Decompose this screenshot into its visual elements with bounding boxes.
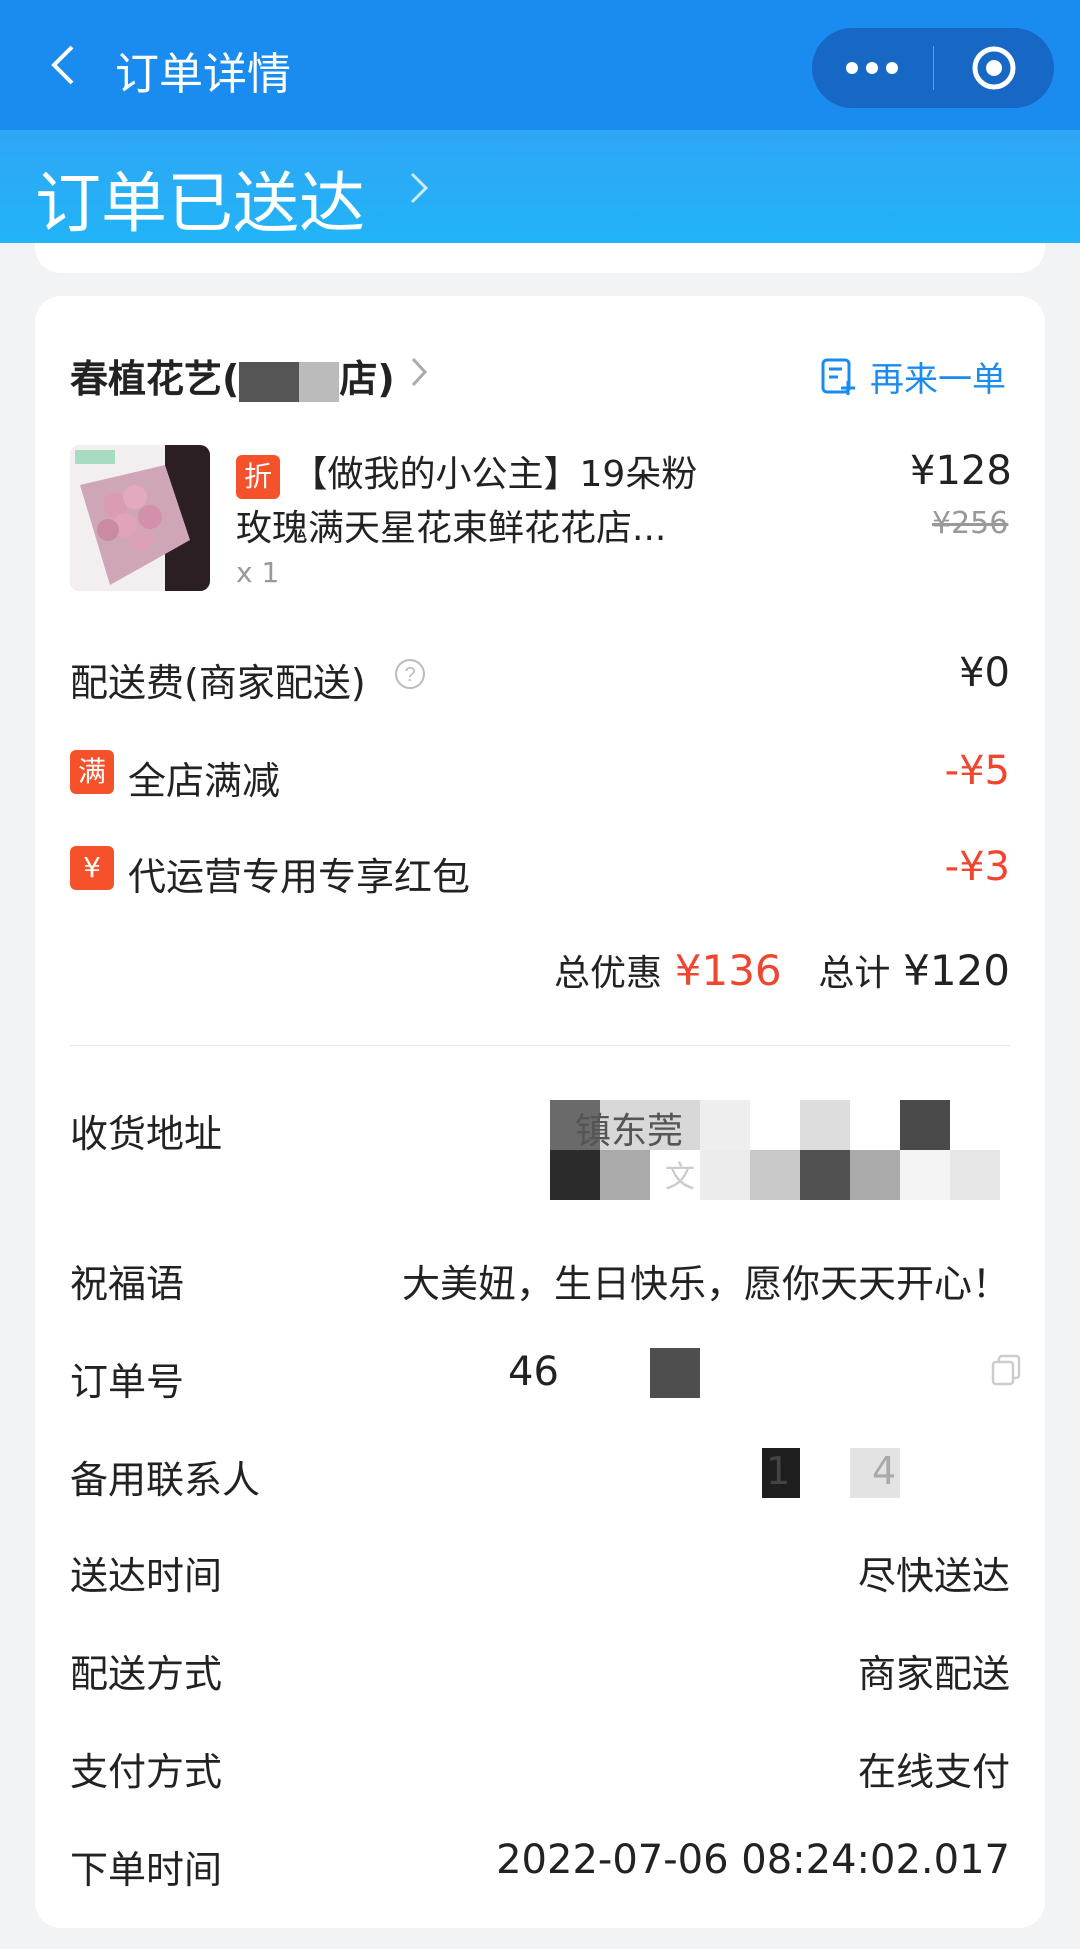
discount-tag: 折 — [236, 455, 280, 499]
chevron-right-icon — [411, 357, 428, 387]
shop-name-suffix: 店) — [339, 357, 395, 401]
total-label: 总计 — [818, 953, 891, 994]
redacted-block — [950, 1150, 1000, 1200]
product-original-price: ¥256 — [932, 506, 1009, 541]
back-icon — [51, 45, 74, 85]
close-program-button[interactable] — [934, 28, 1055, 108]
total-discount-label: 总优惠 — [554, 953, 663, 994]
delivery-time-label: 送达时间 — [70, 1554, 223, 1598]
redacted-block — [700, 1150, 750, 1200]
full-reduction-label: 全店满减 — [128, 759, 281, 803]
redacted-block — [299, 361, 340, 402]
order-time-label: 下单时间 — [70, 1848, 223, 1892]
product-title-line1: 【做我的小公主】19朵粉 — [291, 454, 698, 495]
reorder-icon — [821, 358, 855, 395]
red-packet-value: -¥3 — [944, 844, 1010, 890]
reorder-label: 再来一单 — [870, 360, 1006, 400]
order-number-label: 订单号 — [70, 1360, 185, 1404]
redacted-block — [600, 1150, 650, 1200]
shop-name[interactable]: 春植花艺( 店) — [70, 348, 395, 403]
redacted-block — [550, 1150, 600, 1200]
delivery-fee-label: 配送费(商家配送) — [70, 661, 366, 705]
chevron-right-icon — [410, 172, 429, 204]
copy-icon[interactable] — [990, 1353, 1024, 1387]
address-fragment: 文 — [665, 1160, 695, 1195]
product-thumbnail[interactable] — [70, 445, 210, 591]
redacted-block — [800, 1150, 850, 1200]
redacted-block — [650, 1348, 700, 1398]
order-summary: 总优惠 ¥136 总计 ¥120 — [554, 944, 1010, 996]
svg-text:?: ? — [404, 664, 415, 686]
address-label: 收货地址 — [70, 1112, 223, 1156]
red-packet-tag: ¥ — [70, 846, 114, 890]
page-title: 订单详情 — [115, 49, 291, 100]
order-number-prefix: 46 — [508, 1349, 559, 1395]
red-packet-label: 代运营专用专享红包 — [128, 855, 471, 899]
previous-card-edge — [35, 243, 1045, 273]
payment-method-value: 在线支付 — [857, 1750, 1010, 1794]
address-value[interactable]: 镇东莞 文 — [550, 1100, 1000, 1200]
delivery-time-value: 尽快送达 — [857, 1554, 1010, 1598]
order-status-banner[interactable]: 订单已送达 — [0, 130, 1080, 243]
full-reduction-tag: 满 — [70, 750, 114, 794]
product-price: ¥128 — [910, 448, 1012, 494]
product-title[interactable]: 折 【做我的小公主】19朵粉 玫瑰满天星花束鲜花花店... — [236, 448, 756, 556]
redacted-block — [900, 1150, 950, 1200]
redacted-block — [800, 1100, 850, 1150]
bouquet-image — [70, 445, 210, 591]
more-icon — [846, 62, 899, 74]
total-discount-value: ¥136 — [674, 946, 782, 995]
redacted-block — [750, 1150, 800, 1200]
reorder-button[interactable]: 再来一单 — [820, 352, 1006, 401]
redacted-block — [850, 1150, 900, 1200]
redacted-block — [900, 1100, 950, 1150]
backup-contact-fragment-a: 1 — [766, 1449, 791, 1493]
blessing-value: 大美妞，生日快乐，愿你天天开心！ — [401, 1262, 1010, 1306]
order-time-value: 2022-07-06 08:24:02.017 — [496, 1837, 1010, 1883]
shop-name-prefix: 春植花艺( — [70, 357, 240, 401]
redacted-block — [700, 1100, 750, 1150]
nav-bar: 订单详情 — [0, 0, 1080, 130]
product-title-line2: 玫瑰满天星花束鲜花花店... — [236, 508, 667, 549]
section-divider — [70, 1045, 1010, 1046]
mini-program-capsule — [812, 28, 1054, 108]
delivery-method-label: 配送方式 — [70, 1652, 223, 1696]
more-button[interactable] — [812, 28, 933, 108]
blessing-label: 祝福语 — [70, 1262, 185, 1306]
product-quantity: x 1 — [236, 556, 280, 589]
backup-contact-fragment-b: 4 — [872, 1449, 897, 1493]
back-button[interactable] — [38, 40, 88, 90]
backup-contact-label: 备用联系人 — [70, 1458, 261, 1502]
address-visible-text: 镇东莞 — [575, 1111, 684, 1152]
delivery-fee-value: ¥0 — [959, 650, 1010, 696]
question-icon[interactable]: ? — [393, 657, 427, 691]
total-value: ¥120 — [903, 946, 1010, 995]
redacted-block — [239, 361, 300, 402]
payment-method-label: 支付方式 — [70, 1750, 223, 1794]
delivery-method-value: 商家配送 — [857, 1652, 1010, 1696]
order-status-text: 订单已送达 — [35, 165, 365, 242]
full-reduction-value: -¥5 — [944, 748, 1010, 794]
target-icon — [972, 46, 1016, 90]
